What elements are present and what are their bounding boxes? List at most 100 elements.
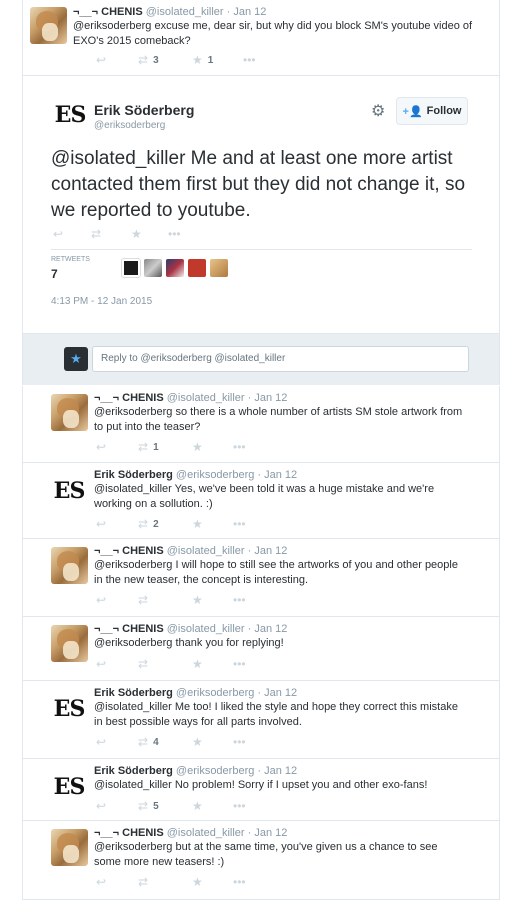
reply-button[interactable]: ↩ <box>96 876 106 888</box>
reply-button[interactable]: ↩ <box>96 800 106 812</box>
retweet-button[interactable]: ⇄ <box>138 594 153 606</box>
more-button[interactable]: ••• <box>233 518 246 530</box>
author-handle[interactable]: @isolated_killer <box>167 623 245 635</box>
favorite-button[interactable]: ★ <box>192 658 203 670</box>
favorite-button[interactable]: ★ 1 <box>192 54 213 66</box>
follow-label: Follow <box>426 105 462 117</box>
avatar[interactable] <box>30 7 67 44</box>
retweet-button[interactable]: ⇄ 2 <box>138 518 159 530</box>
tweet-text: @eriksoderberg I will hope to still see … <box>94 559 458 586</box>
tweet-text: @isolated_killer Yes, we've been told it… <box>94 483 435 510</box>
tweet-timestamp[interactable]: 4:13 PM - 12 Jan 2015 <box>51 296 152 307</box>
tweet-time[interactable]: · Jan 12 <box>257 687 297 699</box>
reply-placeholder: Reply to @eriksoderberg @isolated_killer <box>101 353 286 364</box>
avatar[interactable]: ES <box>52 99 88 131</box>
retweet-count: 3 <box>153 54 159 66</box>
tweet-time[interactable]: · Jan 12 <box>257 765 297 777</box>
retweet-count: 4 <box>153 736 159 748</box>
favorite-button[interactable]: ★ <box>192 736 203 748</box>
avatar[interactable]: ES <box>51 475 87 507</box>
retweet-button[interactable]: ⇄ 5 <box>138 800 159 812</box>
author-name[interactable]: Erik Söderberg <box>94 469 173 481</box>
tweet-time[interactable]: · Jan 12 <box>257 469 297 481</box>
star-icon: ★ <box>192 875 203 889</box>
author-handle[interactable]: @eriksoderberg <box>176 469 254 481</box>
more-button[interactable]: ••• <box>233 441 246 453</box>
favorite-button[interactable]: ★ <box>192 594 203 606</box>
reply-input[interactable]: Reply to @eriksoderberg @isolated_killer <box>92 346 469 372</box>
author-name[interactable]: ¬__¬ CHENIS <box>94 392 164 404</box>
reply-button[interactable]: ↩ <box>96 658 106 670</box>
favorite-button[interactable]: ★ <box>192 441 203 453</box>
more-icon: ••• <box>168 227 181 241</box>
reply-button[interactable]: ↩ <box>96 54 106 66</box>
retweeter-avatar[interactable] <box>188 259 206 277</box>
favorite-button[interactable]: ★ <box>192 518 203 530</box>
avatar[interactable]: ES <box>51 693 87 725</box>
author-name[interactable]: ¬__¬ CHENIS <box>94 827 164 839</box>
retweet-icon: ⇄ <box>138 875 149 889</box>
tweet-time[interactable]: · Jan 12 <box>248 545 288 557</box>
tweet-text: @isolated_killer No problem! Sorry if I … <box>94 779 428 791</box>
avatar[interactable]: ES <box>51 771 87 803</box>
tweet-header: ¬__¬ CHENIS @isolated_killer · Jan 12 <box>73 6 266 18</box>
retweet-button[interactable]: ⇄ 1 <box>138 441 159 453</box>
favorite-count: 1 <box>207 54 214 66</box>
more-button[interactable]: ••• <box>233 876 246 888</box>
more-button[interactable]: ••• <box>233 736 246 748</box>
tweet-time[interactable]: · Jan 12 <box>248 827 288 839</box>
retweeter-avatar[interactable] <box>121 258 141 278</box>
reply-button[interactable]: ↩ <box>96 518 106 530</box>
author-name[interactable]: ¬__¬ CHENIS <box>73 6 143 18</box>
retweeter-avatar[interactable] <box>144 259 162 277</box>
author-name[interactable]: Erik Söderberg <box>94 765 173 777</box>
favorite-button[interactable]: ★ <box>192 800 203 812</box>
avatar[interactable] <box>51 829 88 866</box>
tweet-time[interactable]: · Jan 12 <box>248 392 288 404</box>
more-icon: ••• <box>233 735 246 749</box>
star-icon: ★ <box>192 735 203 749</box>
retweets-count[interactable]: 7 <box>51 267 58 281</box>
divider <box>51 249 472 250</box>
gear-icon[interactable]: ⚙ <box>371 101 385 121</box>
reply-button[interactable]: ↩ <box>53 228 63 240</box>
more-button[interactable]: ••• <box>233 594 246 606</box>
more-button[interactable]: ••• <box>168 228 181 240</box>
retweet-button[interactable]: ⇄ <box>91 228 101 240</box>
retweet-button[interactable]: ⇄ <box>138 658 153 670</box>
author-name[interactable]: Erik Söderberg <box>94 102 194 118</box>
author-name[interactable]: ¬__¬ CHENIS <box>94 623 164 635</box>
follow-button[interactable]: +👤 Follow <box>396 97 468 125</box>
author-handle[interactable]: @eriksoderberg <box>176 687 254 699</box>
author-handle[interactable]: @eriksoderberg <box>94 120 165 131</box>
star-icon: ★ <box>192 799 203 813</box>
author-handle[interactable]: @isolated_killer <box>146 6 224 18</box>
author-handle[interactable]: @eriksoderberg <box>176 765 254 777</box>
tweet-time[interactable]: · Jan 12 <box>227 6 267 18</box>
retweet-button[interactable]: ⇄ <box>138 876 153 888</box>
favorite-button[interactable]: ★ <box>131 228 142 240</box>
retweeter-avatar[interactable] <box>166 259 184 277</box>
reply-button[interactable]: ↩ <box>96 594 106 606</box>
tweet-time[interactable]: · Jan 12 <box>248 623 288 635</box>
author-name[interactable]: Erik Söderberg <box>94 687 173 699</box>
favorite-button[interactable]: ★ <box>192 876 203 888</box>
reply-button[interactable]: ↩ <box>96 441 106 453</box>
author-handle[interactable]: @isolated_killer <box>167 392 245 404</box>
avatar[interactable] <box>51 547 88 584</box>
author-handle[interactable]: @isolated_killer <box>167 545 245 557</box>
retweet-button[interactable]: ⇄ 3 <box>138 54 159 66</box>
more-button[interactable]: ••• <box>233 800 246 812</box>
author-name[interactable]: ¬__¬ CHENIS <box>94 545 164 557</box>
retweeter-avatar[interactable] <box>210 259 228 277</box>
avatar[interactable] <box>51 625 88 662</box>
more-button[interactable]: ••• <box>233 658 246 670</box>
more-icon: ••• <box>233 799 246 813</box>
avatar-logo: ES <box>53 696 86 722</box>
more-button[interactable]: ••• <box>243 54 256 66</box>
reply-button[interactable]: ↩ <box>96 736 106 748</box>
tweet-header: ¬__¬ CHENIS @isolated_killer · Jan 12 <box>94 392 287 404</box>
avatar[interactable] <box>51 394 88 431</box>
retweet-button[interactable]: ⇄ 4 <box>138 736 159 748</box>
author-handle[interactable]: @isolated_killer <box>167 827 245 839</box>
